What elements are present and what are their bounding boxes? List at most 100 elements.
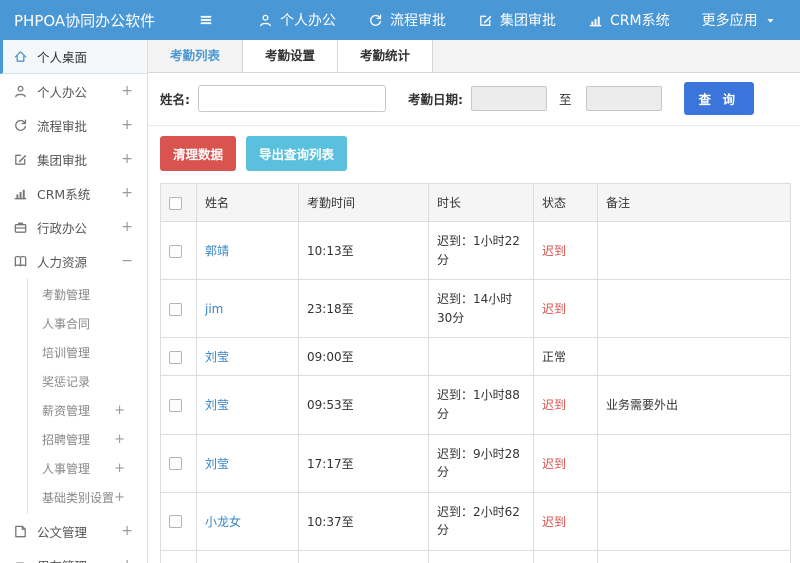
expand-plus-icon[interactable]: + — [121, 151, 133, 167]
edit-icon — [478, 13, 493, 28]
date-to-input[interactable] — [585, 86, 662, 111]
person-icon — [258, 13, 273, 28]
note — [597, 220, 791, 281]
sidebar-subitem-7[interactable]: 人事管理 + — [28, 454, 147, 483]
note — [597, 279, 791, 339]
name-input[interactable] — [198, 85, 386, 112]
topnav-item-label: 集团审批 — [500, 13, 556, 29]
sidebar-item-label: 流程审批 — [37, 118, 88, 134]
employee-name-link[interactable]: 小龙女 — [205, 515, 241, 529]
employee-name-link[interactable]: 刘莹 — [205, 457, 229, 471]
chart-icon — [588, 13, 603, 28]
expand-plus-icon[interactable]: + — [121, 557, 133, 563]
sidebar-subitem-5[interactable]: 薪资管理 + — [28, 396, 147, 425]
sidebar-subitem-6[interactable]: 招聘管理 + — [28, 425, 147, 454]
query-button[interactable]: 查 询 — [683, 82, 754, 115]
sidebar-subitem-4[interactable]: 奖惩记录 — [28, 367, 147, 396]
export-list-button[interactable]: 导出查询列表 — [246, 136, 348, 171]
employee-name-link[interactable]: 刘莹 — [205, 350, 229, 364]
tab-1[interactable]: 考勤列表 — [148, 40, 244, 72]
expand-plus-icon[interactable]: + — [121, 523, 133, 539]
topnav-item-5[interactable]: 更多应用 — [702, 10, 783, 30]
duration: 迟到：1小时88分 — [428, 375, 534, 435]
tab-2[interactable]: 考勤设置 — [243, 40, 339, 72]
date-to-label: 至 — [559, 92, 572, 107]
sidebar-subitem-8[interactable]: 基础类别设置 + — [28, 483, 147, 512]
expand-plus-icon[interactable]: + — [121, 83, 133, 99]
sidebar-subitem-label: 人事合同 — [42, 317, 91, 331]
sidebar-item-8[interactable]: 公文管理 + — [0, 514, 147, 548]
duration — [428, 337, 534, 377]
tab-bar: 考勤列表 考勤设置 考勤统计 — [148, 40, 800, 73]
employee-name-link[interactable]: 郭靖 — [205, 244, 229, 258]
expand-plus-icon[interactable]: + — [114, 403, 125, 418]
sidebar-item-label: 行政办公 — [37, 220, 88, 236]
status-text: 迟到/早退 — [533, 549, 598, 563]
sidebar-item-2[interactable]: 个人办公 + — [0, 74, 147, 108]
duration: 迟到：14小时30分 — [428, 279, 534, 339]
expand-plus-icon[interactable]: + — [121, 219, 133, 235]
sidebar-subitem-1[interactable]: 考勤管理 — [28, 280, 147, 309]
duration: 迟到：1小时22分 — [428, 220, 534, 281]
column-header: 姓名 — [196, 183, 299, 222]
sidebar-item-5[interactable]: CRM系统 + — [0, 176, 147, 210]
sidebar-subitem-3[interactable]: 培训管理 — [28, 338, 147, 367]
table-row: 刘莹 09:00至 正常 — [160, 337, 791, 377]
expand-plus-icon[interactable]: + — [121, 117, 133, 133]
expand-plus-icon[interactable]: + — [121, 185, 133, 201]
row-checkbox[interactable] — [169, 515, 182, 529]
note: 业务需要外出 — [597, 375, 791, 435]
table-header-row: 姓名 考勤时间 时长 状态 备注 — [160, 183, 791, 222]
sidebar-item-1[interactable]: 个人桌面 — [0, 40, 147, 74]
row-checkbox-cell — [160, 549, 197, 563]
note: 1111 — [597, 549, 791, 563]
note — [597, 337, 791, 377]
sidebar-item-7[interactable]: 人力资源 − — [0, 244, 147, 278]
table-row: jim 23:18至 迟到：14小时30分 迟到 — [160, 279, 791, 339]
person-icon — [13, 84, 28, 99]
sidebar-item-9[interactable]: 用车管理 + — [0, 548, 147, 563]
row-checkbox[interactable] — [169, 302, 182, 316]
expand-plus-icon[interactable]: + — [114, 461, 125, 476]
row-checkbox[interactable] — [169, 398, 182, 412]
column-header: 考勤时间 — [298, 183, 429, 222]
attendance-time: 10:54至10:54 — [298, 549, 429, 563]
topnav-item-1[interactable]: 个人办公 — [258, 10, 336, 30]
sidebar-item-4[interactable]: 集团审批 + — [0, 142, 147, 176]
app-title: PHPOA协同办公软件 — [14, 11, 156, 30]
row-checkbox-cell — [160, 375, 197, 435]
expand-plus-icon[interactable]: + — [114, 490, 125, 505]
topnav-item-4[interactable]: CRM系统 — [588, 10, 670, 30]
sidebar-subitem-2[interactable]: 人事合同 — [28, 309, 147, 338]
briefcase-icon — [13, 220, 28, 235]
sidebar-item-label: 个人办公 — [37, 84, 88, 100]
expand-plus-icon[interactable]: + — [114, 432, 125, 447]
topnav-item-3[interactable]: 集团审批 — [478, 10, 556, 30]
clean-data-button[interactable]: 清理数据 — [160, 136, 237, 171]
attendance-table: 姓名 考勤时间 时长 状态 备注 郭靖 10:13至 迟到：1小时22分迟到 jim 23:18… — [160, 183, 791, 563]
date-from-input[interactable] — [471, 86, 547, 111]
sidebar-item-6[interactable]: 行政办公 + — [0, 210, 147, 244]
attendance-time: 10:13至 — [298, 220, 429, 281]
column-header: 状态 — [533, 183, 598, 222]
workflow-icon — [368, 13, 383, 28]
employee-name-link[interactable]: 刘莹 — [205, 398, 229, 412]
employee-name-link[interactable]: jim — [205, 302, 223, 316]
sidebar-subitem-label: 奖惩记录 — [42, 375, 91, 389]
row-checkbox[interactable] — [169, 350, 182, 364]
topnav-item-2[interactable]: 流程审批 — [368, 10, 446, 30]
table-header: 姓名 考勤时间 时长 状态 备注 — [160, 183, 791, 222]
car-icon — [13, 558, 28, 563]
sidebar-item-3[interactable]: 流程审批 + — [0, 108, 147, 142]
tab-3[interactable]: 考勤统计 — [338, 40, 434, 72]
select-all-checkbox[interactable] — [169, 196, 182, 210]
caret-down-icon — [765, 15, 776, 26]
collapse-minus-icon[interactable]: − — [121, 253, 133, 269]
status-text: 迟到 — [533, 433, 598, 493]
duration: 迟到：2小时90分 早退：7小时10分 — [428, 549, 534, 563]
sidebar-subitem-label: 薪资管理 — [42, 404, 91, 418]
row-checkbox[interactable] — [169, 457, 182, 471]
menu-icon[interactable] — [198, 12, 214, 28]
top-nav-menu: 个人办公 流程审批 集团审批 CRM系统 更多应用 — [242, 10, 799, 30]
row-checkbox[interactable] — [169, 244, 182, 258]
